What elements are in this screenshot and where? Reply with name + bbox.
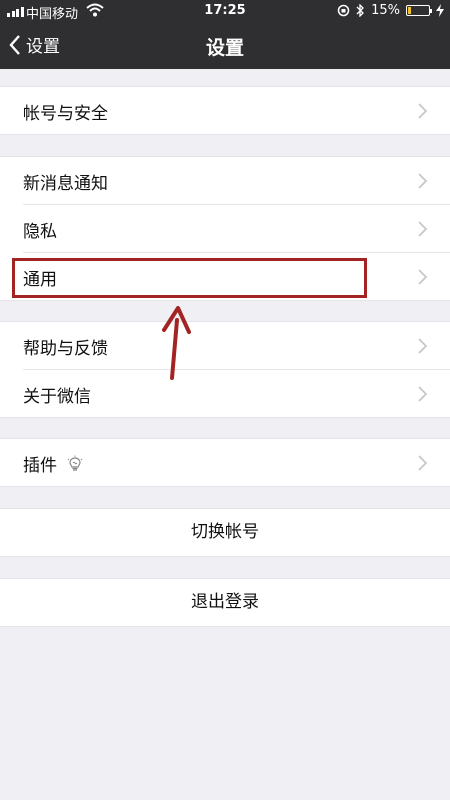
- switch-account-button[interactable]: 切换帐号: [0, 509, 450, 556]
- highlight-box: [12, 258, 367, 298]
- switch-account-group: 切换帐号: [0, 508, 450, 557]
- chevron-right-icon: [418, 103, 427, 119]
- nav-bar: 设置 设置: [0, 22, 450, 69]
- settings-group-account: 帐号与安全: [0, 86, 450, 135]
- notifications-row[interactable]: 新消息通知: [0, 157, 450, 204]
- bluetooth-icon: [356, 4, 365, 17]
- top-bar: 中国移动 17:25 15% 设置 设置: [0, 0, 450, 69]
- status-bar: 中国移动 17:25 15%: [0, 0, 450, 22]
- notifications-label: 新消息通知: [23, 174, 108, 194]
- battery-percent: 15%: [371, 3, 400, 18]
- account-security-label: 帐号与安全: [23, 104, 108, 124]
- lightbulb-icon: [67, 455, 83, 471]
- help-feedback-label: 帮助与反馈: [23, 339, 108, 359]
- arrow-icon: [162, 306, 191, 380]
- about-wechat-label: 关于微信: [23, 387, 91, 407]
- plugins-label: 插件: [23, 456, 57, 476]
- help-feedback-row[interactable]: 帮助与反馈: [0, 322, 450, 369]
- settings-group-about: 帮助与反馈 关于微信: [0, 321, 450, 418]
- battery-icon: [406, 5, 432, 16]
- status-right: 15%: [337, 3, 444, 18]
- chevron-right-icon: [418, 269, 427, 285]
- plugins-row[interactable]: 插件: [0, 439, 450, 486]
- logout-button[interactable]: 退出登录: [0, 579, 450, 626]
- logout-group: 退出登录: [0, 578, 450, 627]
- privacy-row[interactable]: 隐私: [23, 204, 450, 252]
- orientation-lock-icon: [337, 4, 350, 17]
- chevron-right-icon: [418, 221, 427, 237]
- plugins-label-wrap: 插件: [23, 451, 84, 476]
- page-title: 设置: [205, 37, 244, 59]
- chevron-right-icon: [418, 173, 427, 189]
- settings-group-plugins: 插件: [0, 438, 450, 487]
- charging-icon: [436, 4, 444, 17]
- chevron-right-icon: [418, 338, 427, 354]
- account-security-row[interactable]: 帐号与安全: [0, 87, 450, 134]
- privacy-label: 隐私: [23, 222, 57, 242]
- about-wechat-row[interactable]: 关于微信: [23, 369, 450, 417]
- chevron-right-icon: [418, 386, 427, 402]
- chevron-right-icon: [418, 455, 427, 471]
